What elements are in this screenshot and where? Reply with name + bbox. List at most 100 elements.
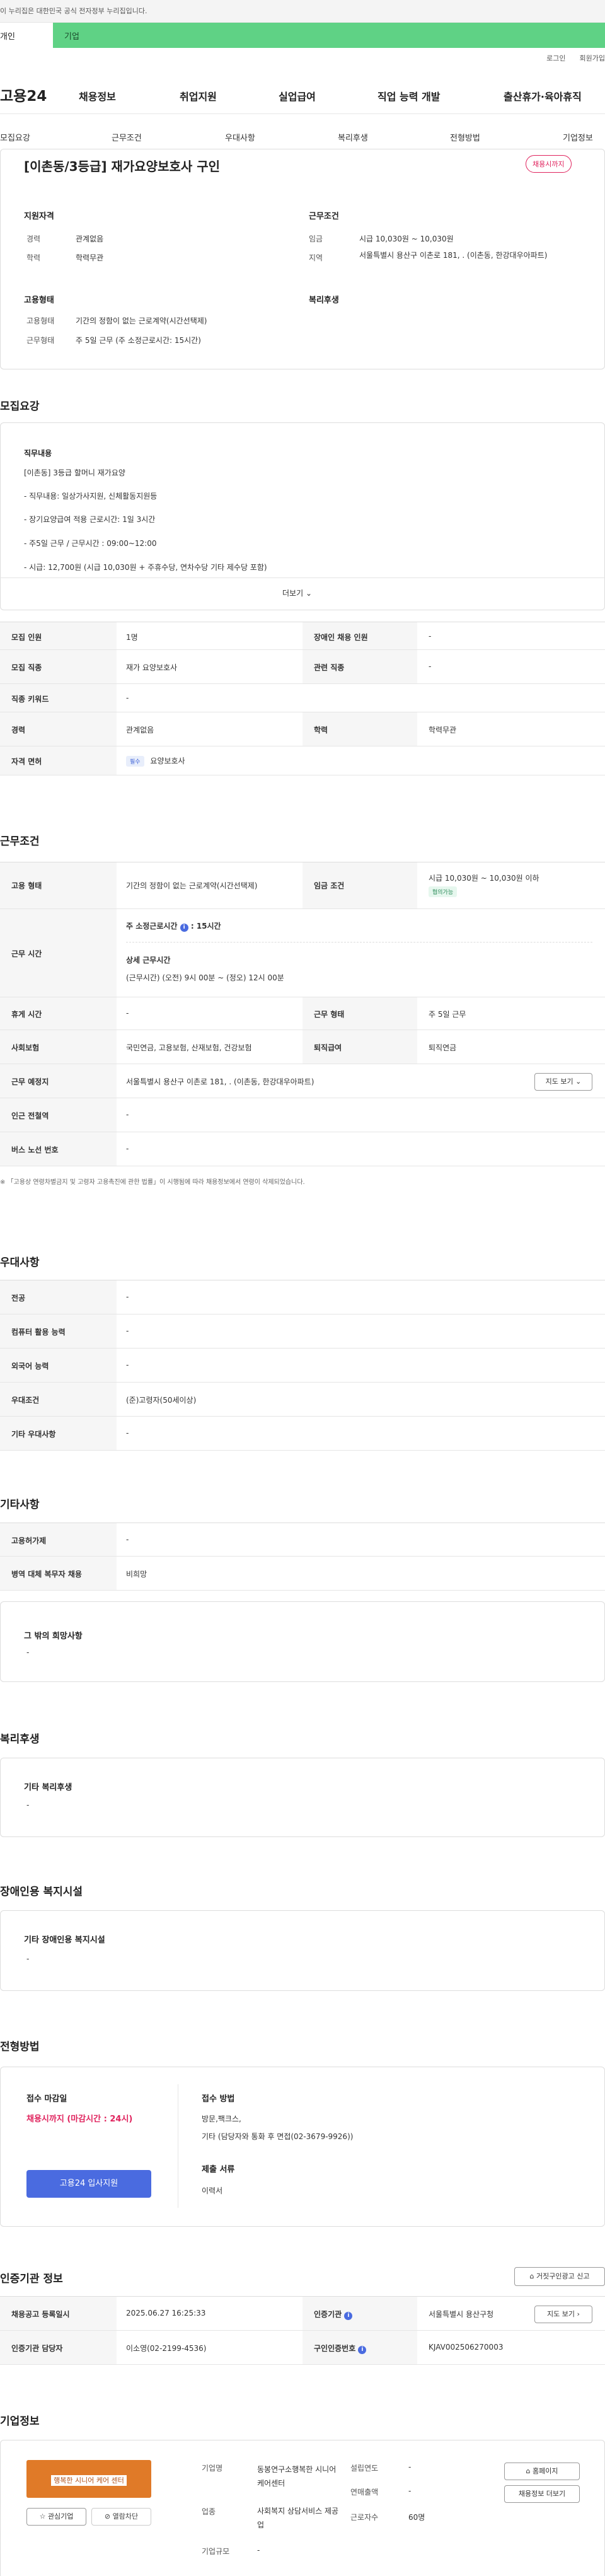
th: 컴퓨터 활용 능력	[0, 1314, 117, 1348]
th: 직종 키워드	[0, 684, 117, 712]
table-row: 우대조건 (준)고령자(50세이상)	[0, 1383, 605, 1417]
site-logo[interactable]: 고용24	[0, 84, 47, 105]
chevron-down-icon: ⌄	[305, 589, 313, 598]
td: 이소영(02-2199-4536)	[126, 2344, 207, 2353]
founded-label: 설립연도	[350, 2464, 379, 2473]
agency-map-button[interactable]: 지도 보기 ›	[534, 2306, 592, 2323]
table-row: 전공 -	[0, 1280, 605, 1314]
gnb-item-support[interactable]: 취업지원	[180, 88, 217, 103]
edu-value: 학력무관	[76, 253, 104, 262]
td: -	[429, 632, 432, 641]
pref-section-title: 우대사항	[0, 1256, 40, 1269]
table-row: 고용허가제 -	[0, 1523, 605, 1557]
join-link[interactable]: 회원가입	[580, 54, 605, 62]
page-title: [이촌동/3등급] 재가요양보호사 구인	[24, 159, 221, 174]
desc-line: - 장기요양급여 적용 근로시간: 1일 3시간	[24, 515, 156, 524]
td: 학력무관	[429, 726, 457, 734]
qual-title: 지원자격	[24, 212, 54, 221]
td: 기간의 정함이 없는 근로계약(시간선택제)	[126, 881, 258, 890]
desc-line: - 시급: 12,700원 (시급 10,030원 + 주휴수당, 연차수당 기…	[24, 563, 267, 572]
table-row: 경력 관계없음 학력 학력무관	[0, 712, 605, 746]
cond-title: 근무조건	[309, 212, 339, 221]
age-notice: ※ 「고용상 연령차별금지 및 고령자 고용촉진에 관한 법률」이 시행됨에 따…	[0, 1179, 305, 1186]
region-label: 지역	[309, 253, 323, 262]
recruit-section-title: 모집요강	[0, 400, 40, 413]
th: 관련 직종	[302, 650, 417, 683]
th: 퇴직급여	[302, 1030, 417, 1064]
table-row: 외국어 능력 -	[0, 1349, 605, 1383]
apply-button[interactable]: 고용24 입사지원	[26, 2170, 151, 2198]
anchor-pref[interactable]: 우대사항	[225, 131, 255, 143]
career-value: 관계없음	[76, 235, 104, 243]
report-button[interactable]: ⌂ 거짓구인광고 신고	[514, 2267, 605, 2286]
table-row: 모집 직종 재가 요양보호사 관련 직종 -	[0, 650, 605, 684]
anchor-work[interactable]: 근무조건	[112, 131, 142, 143]
divider	[0, 577, 605, 578]
employees-label: 근로자수	[350, 2513, 379, 2522]
anchor-recruit[interactable]: 모집요강	[0, 131, 30, 143]
star-icon: ☆	[39, 2512, 46, 2521]
disabled-card	[0, 1910, 605, 1991]
tab-personal[interactable]: 개인	[0, 23, 53, 48]
table-row: 휴게 시간 - 근무 형태 주 5일 근무	[0, 997, 605, 1030]
selection-section-title: 전형방법	[0, 2041, 40, 2053]
workform-value: 주 5일 근무 (주 소정근로시간: 15시간)	[76, 336, 201, 345]
th: 근무 시간	[0, 909, 117, 997]
gnb-item-training[interactable]: 직업 능력 개발	[377, 88, 440, 103]
gnb-item-jobs[interactable]: 채용정보	[79, 88, 116, 103]
info-icon[interactable]: i	[180, 924, 188, 932]
gnb-item-leave[interactable]: 출산휴가·육아휴직	[504, 88, 582, 103]
emptype-label: 고용형태	[26, 316, 55, 325]
td: -	[126, 1429, 129, 1437]
welfare-box-title: 기타 복리후생	[24, 1783, 72, 1792]
more-button[interactable]: 더보기 ⌄	[282, 588, 312, 598]
disabled-section-title: 장애인용 복지시설	[0, 1886, 83, 1898]
th: 모집 직종	[0, 650, 117, 683]
required-chip: 필수	[126, 756, 144, 767]
th: 기타 우대사항	[0, 1417, 117, 1450]
th: 휴게 시간	[0, 997, 117, 1030]
deadline-title: 접수 마감일	[26, 2094, 67, 2104]
td: -	[126, 1361, 129, 1369]
company-logo: 행복한 시니어 케어 센터	[26, 2460, 151, 2498]
map-button[interactable]: 지도 보기 ⌄	[534, 1073, 592, 1091]
deadline-value: 채용시까지 (마감시간 : 24시)	[26, 2115, 133, 2124]
company-jobs-button[interactable]: 채용정보 더보기	[504, 2485, 580, 2503]
scale-label: 기업규모	[202, 2547, 230, 2556]
sales-value: -	[408, 2486, 412, 2495]
license-value: 요양보호사	[150, 757, 185, 765]
info-icon[interactable]: i	[344, 2312, 353, 2320]
block-view-button[interactable]: ⊘ 열람차단	[91, 2508, 151, 2526]
info-icon[interactable]: i	[358, 2346, 367, 2354]
td: 서울특별시 용산구 이촌로 181, . (이촌동, 한강대우아파트)	[126, 1077, 314, 1086]
work-section-title: 근무조건	[0, 835, 40, 848]
login-link[interactable]: 로그인	[546, 54, 565, 62]
workform-label: 근무형태	[26, 336, 55, 345]
interest-company-button[interactable]: ☆ 관심기업	[26, 2508, 86, 2526]
name-label: 기업명	[202, 2464, 223, 2473]
th: 임금 조건	[302, 862, 417, 908]
table-row: 사회보험 국민연금, 고용보험, 산재보험, 건강보험 퇴직급여 퇴직연금	[0, 1030, 605, 1064]
th: 채용공고 등록일시	[0, 2297, 117, 2330]
th: 고용 형태	[0, 862, 117, 908]
status-badge: 채용시까지	[526, 155, 572, 173]
anchor-company[interactable]: 기업정보	[563, 131, 593, 143]
tab-company[interactable]: 기업	[53, 23, 605, 48]
td: KJAV002506270003	[429, 2343, 504, 2352]
td: -	[126, 1292, 129, 1301]
th: 버스 노선 번호	[0, 1132, 117, 1166]
wage-value: 시급 10,030원 ~ 10,030원	[359, 235, 454, 243]
homepage-button[interactable]: ⌂ 홈페이지	[504, 2463, 580, 2480]
table-row: 컴퓨터 활용 능력 -	[0, 1314, 605, 1349]
anchor-welfare[interactable]: 복리후생	[338, 131, 368, 143]
gnb-item-unemployment[interactable]: 실업급여	[279, 88, 316, 103]
welfare-card	[0, 1758, 605, 1837]
anchor-selection[interactable]: 전형방법	[450, 131, 480, 143]
table-row: 인증기관 담당자 이소영(02-2199-4536) 구인인증번호 i KJAV…	[0, 2331, 605, 2365]
td: (준)고령자(50세이상)	[126, 1396, 197, 1405]
td: -	[126, 1110, 129, 1119]
td: 퇴직연금	[429, 1043, 457, 1052]
welfare-title: 복리후생	[309, 296, 339, 305]
td: 국민연금, 고용보험, 산재보험, 건강보험	[126, 1043, 252, 1052]
agency-section-title: 인증기관 정보	[0, 2273, 63, 2285]
